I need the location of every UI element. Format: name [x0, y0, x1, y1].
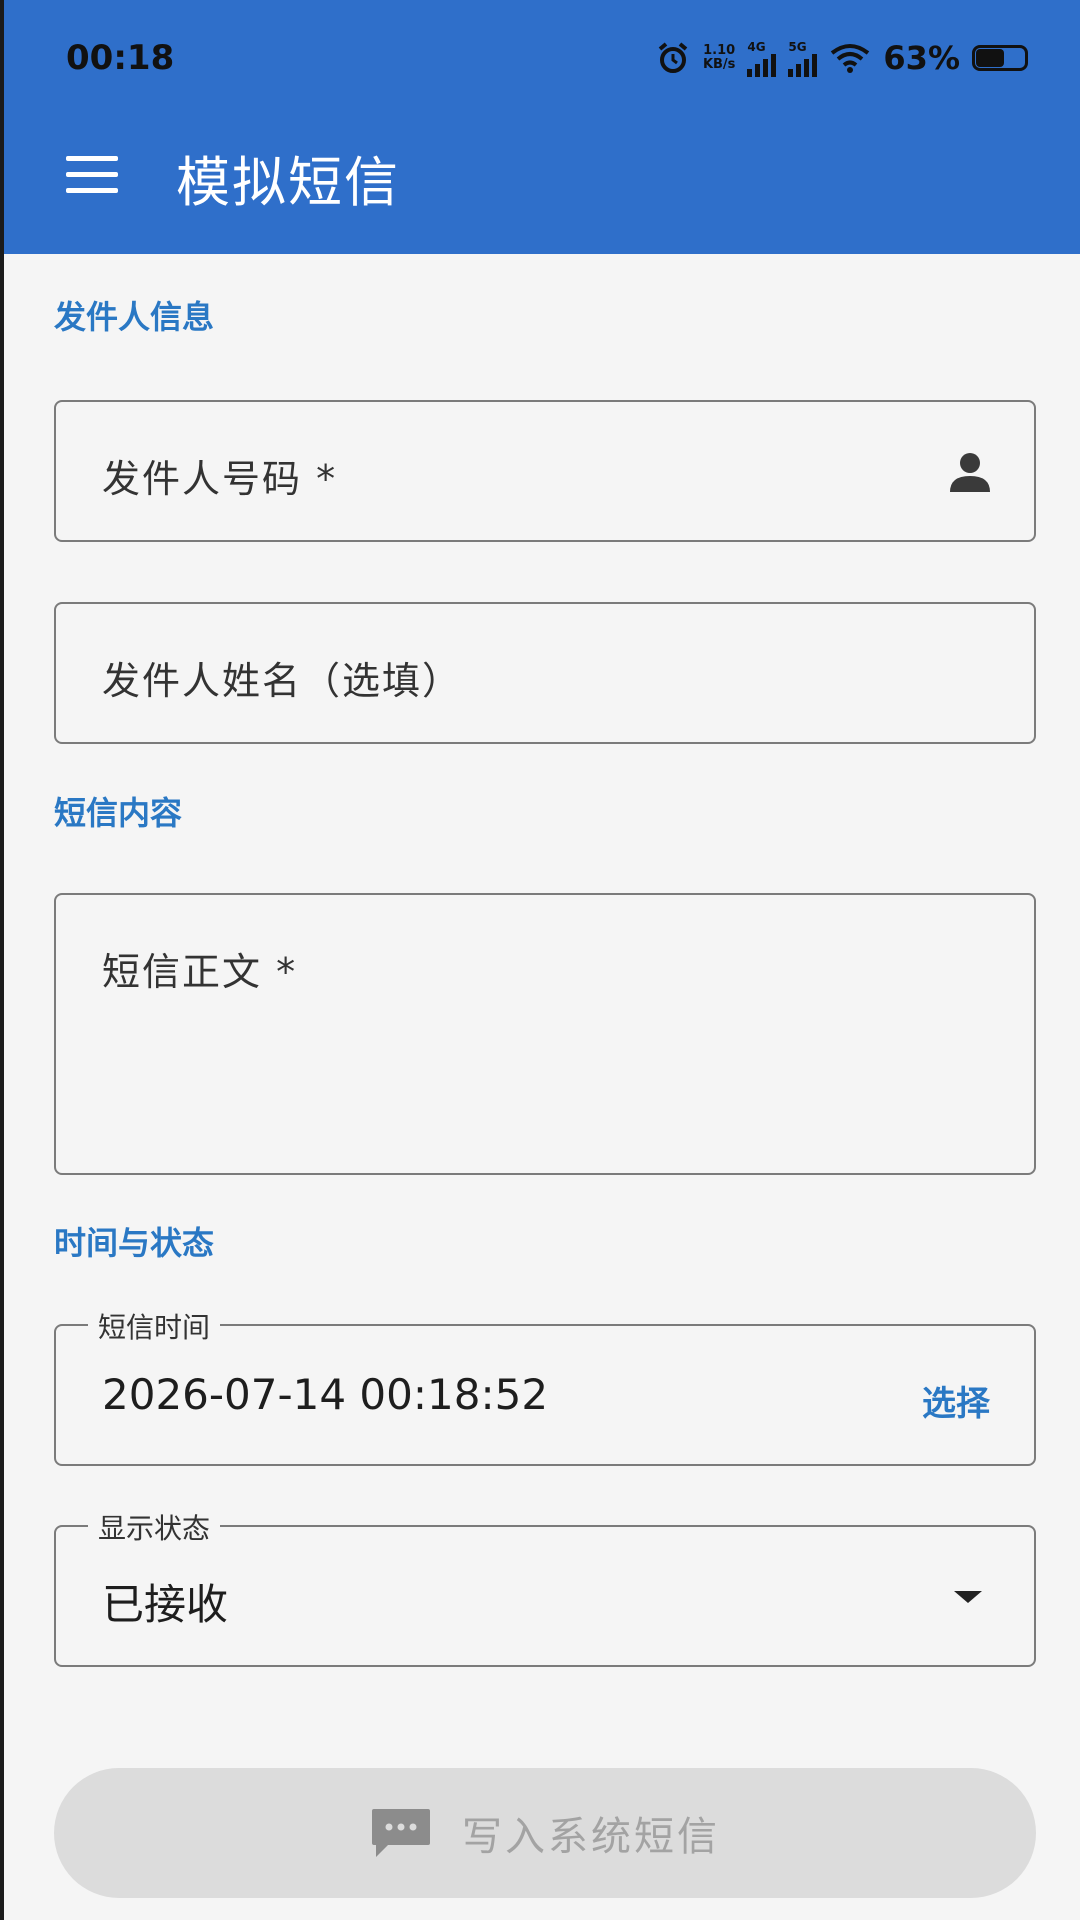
network-speed-unit: KB/s [702, 57, 736, 72]
sms-time-label: 短信时间 [88, 1306, 221, 1346]
app-title: 模拟短信 [176, 151, 400, 214]
signal-4g-icon: 4G [747, 39, 777, 77]
section-content-header: 短信内容 [54, 794, 183, 832]
hamburger-menu-icon[interactable] [62, 154, 122, 196]
status-icons: 1.10 KB/s 4G 5G 63% [655, 36, 1028, 80]
display-status-value: 已接收 [102, 1580, 229, 1629]
display-status-label: 显示状态 [88, 1507, 221, 1547]
wifi-icon [831, 44, 870, 73]
alarm-icon [658, 42, 688, 73]
section-sender-header: 发件人信息 [54, 298, 215, 336]
sms-time-field[interactable]: 短信时间 2026-07-14 00:18:52 选择 [54, 1306, 1036, 1466]
signal-4g-label: 4G [747, 39, 766, 54]
select-time-button[interactable]: 选择 [922, 1376, 990, 1425]
battery-icon [972, 45, 1028, 71]
sender-name-placeholder: 发件人姓名（选填） [102, 659, 463, 703]
signal-5g-icon: 5G [788, 39, 818, 77]
status-time: 00:18 [66, 38, 175, 78]
write-system-sms-label: 写入系统短信 [462, 1814, 720, 1860]
display-status-select[interactable]: 显示状态 已接收 [54, 1507, 1036, 1667]
network-speed: 1.10 KB/s [703, 44, 735, 72]
section-time-status-header: 时间与状态 [54, 1224, 215, 1262]
sms-time-value: 2026-07-14 00:18:52 [102, 1370, 549, 1419]
battery-percent: 63% [883, 39, 960, 77]
network-speed-value: 1.10 [703, 43, 736, 58]
sender-number-placeholder: 发件人号码 * [102, 457, 338, 501]
sender-name-field[interactable]: 发件人姓名（选填） [54, 602, 1036, 744]
screen-edge [0, 0, 4, 1920]
app-bar: 00:18 1.10 KB/s 4G 5G 63% 模拟短信 [4, 0, 1080, 254]
write-system-sms-button[interactable]: 写入系统短信 [54, 1768, 1036, 1898]
message-icon [372, 1809, 430, 1857]
sender-number-field[interactable]: 发件人号码 * [54, 400, 1036, 542]
sms-body-placeholder: 短信正文 * [102, 950, 298, 994]
battery-fill [976, 49, 1005, 67]
sms-body-field[interactable]: 短信正文 * [54, 893, 1036, 1175]
dropdown-caret-icon[interactable] [954, 1591, 982, 1603]
signal-5g-label: 5G [788, 39, 807, 54]
person-icon[interactable] [946, 448, 994, 496]
